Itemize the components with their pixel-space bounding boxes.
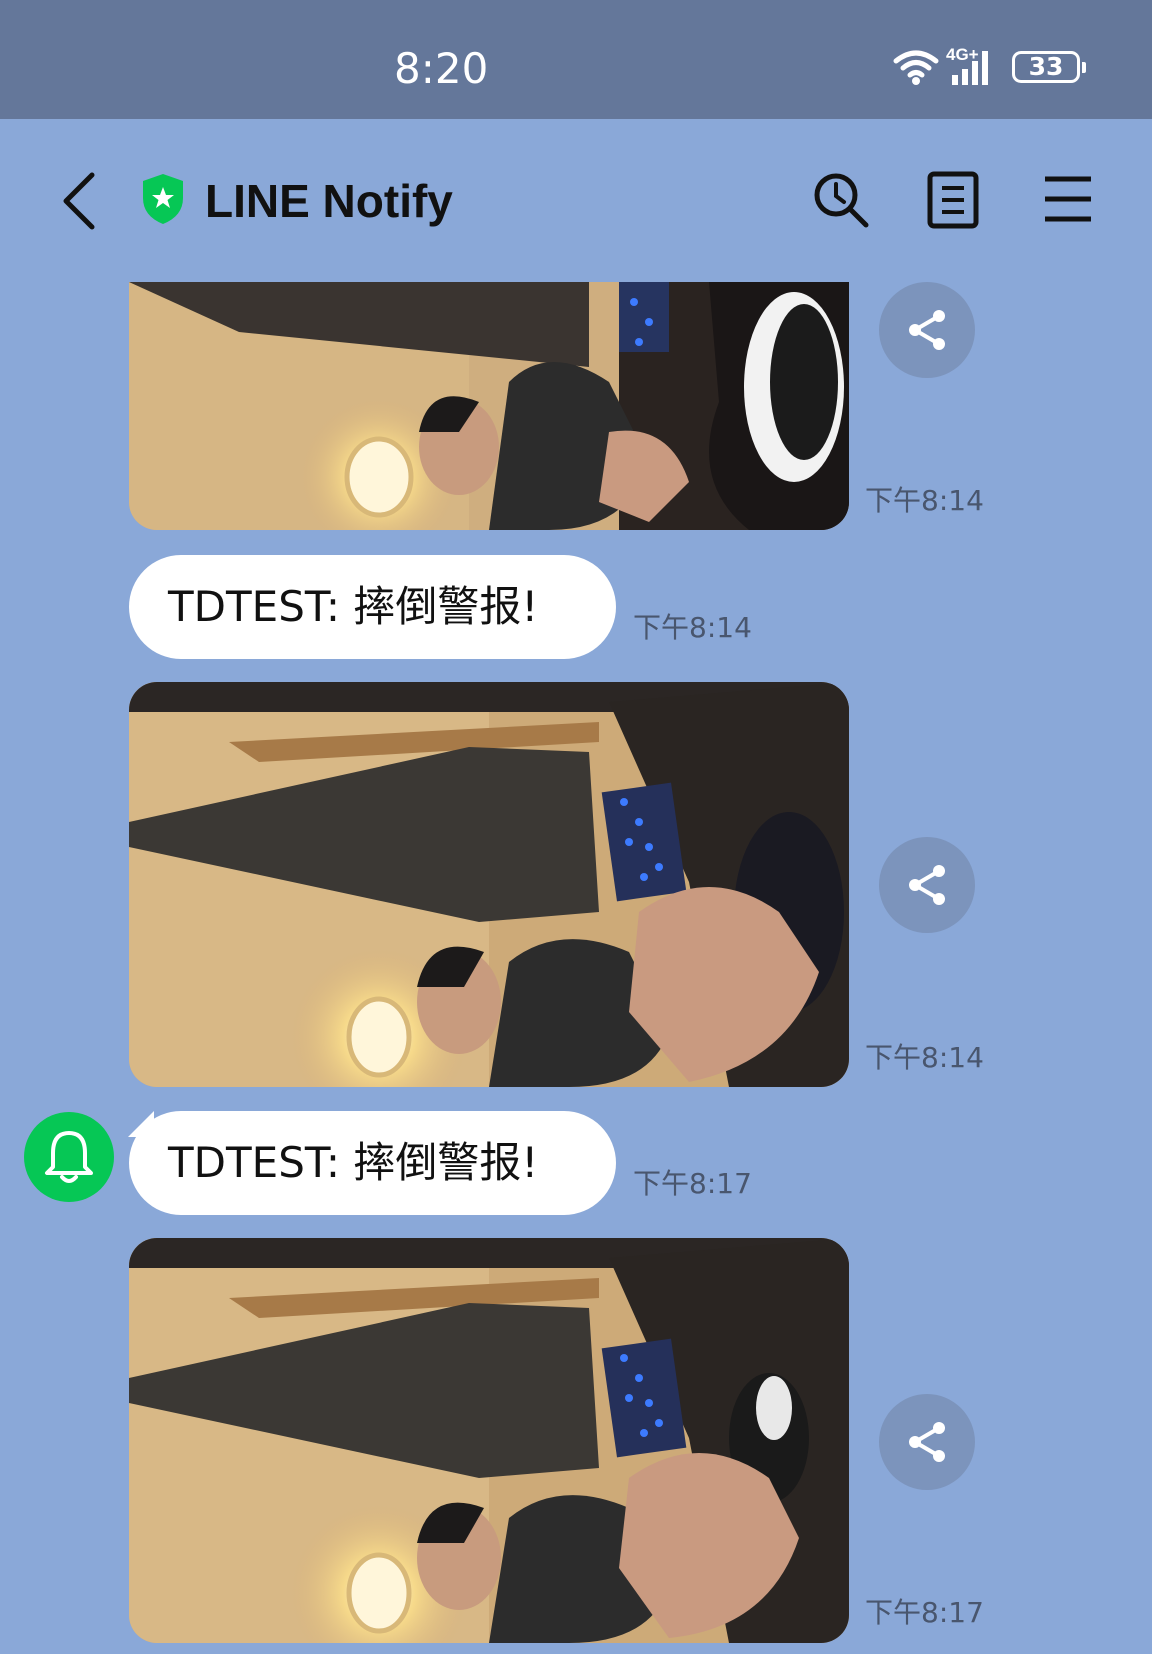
cellular-indicator: 4G+ (946, 45, 996, 87)
back-chevron-icon[interactable] (60, 171, 100, 231)
status-icons: 4G+ 33 (892, 44, 1086, 90)
message-timestamp: 下午8:17 (865, 1596, 984, 1629)
message-timestamp: 下午8:14 (865, 1041, 984, 1074)
camera-snapshot-image (129, 1238, 849, 1643)
text-message-bubble[interactable]: TDTEST: 摔倒警报! (129, 555, 616, 659)
text-message-bubble[interactable]: TDTEST: 摔倒警报! (129, 1111, 616, 1215)
chat-image-message[interactable] (129, 682, 849, 1087)
battery-tip (1082, 62, 1086, 73)
battery-level: 33 (1028, 52, 1064, 81)
signal-bars-icon (952, 51, 988, 85)
chat-header: LINE Notify (0, 119, 1152, 279)
camera-snapshot-image (129, 682, 849, 1087)
share-icon (909, 310, 945, 350)
search-history-icon[interactable] (812, 171, 872, 231)
status-bar: 8:20 4G+ 33 (0, 0, 1152, 119)
message-timestamp: 下午8:14 (633, 611, 752, 644)
share-button[interactable] (879, 837, 975, 933)
notes-icon[interactable] (927, 171, 979, 229)
message-timestamp: 下午8:17 (633, 1167, 752, 1200)
share-button[interactable] (879, 1394, 975, 1490)
menu-icon[interactable] (1043, 175, 1093, 223)
message-timestamp: 下午8:14 (865, 484, 984, 517)
chat-title: LINE Notify (205, 175, 453, 227)
bell-icon (45, 1131, 93, 1183)
share-icon (909, 1422, 945, 1462)
chat-image-message[interactable] (129, 1238, 849, 1643)
chat-image-message[interactable] (129, 282, 849, 530)
camera-snapshot-image (129, 282, 849, 530)
share-button[interactable] (879, 282, 975, 378)
shield-icon (143, 174, 183, 224)
share-icon (909, 865, 945, 905)
wifi-icon (893, 50, 939, 85)
line-notify-avatar[interactable] (24, 1112, 114, 1202)
status-time: 8:20 (394, 44, 489, 93)
battery-indicator: 33 (1012, 51, 1086, 83)
